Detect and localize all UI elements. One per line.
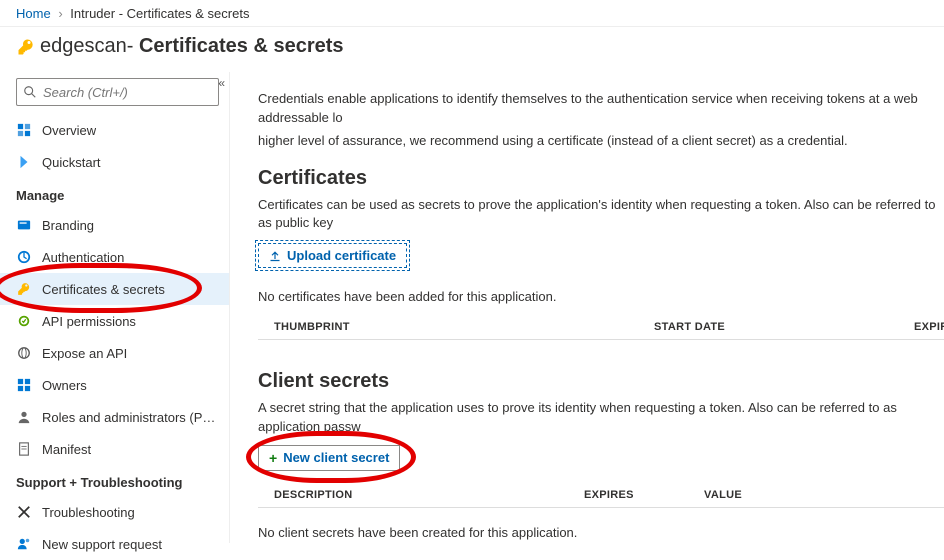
sidebar-section-manage: Manage [0, 178, 229, 209]
support-icon [16, 536, 32, 552]
main-content: Credentials enable applications to ident… [230, 72, 944, 543]
sidebar-item-roles-admins[interactable]: Roles and administrators (Previ... [0, 401, 229, 433]
col-expires: EXPIRES [914, 321, 944, 333]
secrets-table-header: DESCRIPTION EXPIRES VALUE [258, 479, 944, 508]
sidebar-item-label: Expose an API [42, 346, 127, 361]
search-input[interactable] [16, 78, 219, 106]
api-permissions-icon [16, 313, 32, 329]
expose-api-icon [16, 345, 32, 361]
intro-text-1: Credentials enable applications to ident… [258, 90, 944, 128]
sidebar: « Overview Quickstart Manage Branding Au… [0, 72, 230, 543]
sidebar-item-label: Certificates & secrets [42, 282, 165, 297]
breadcrumb-current: Intruder - Certificates & secrets [70, 6, 249, 21]
sidebar-item-label: New support request [42, 537, 162, 552]
intro-text-2: higher level of assurance, we recommend … [258, 132, 944, 151]
sidebar-item-manifest[interactable]: Manifest [0, 433, 229, 465]
upload-button-label: Upload certificate [287, 248, 396, 263]
page-title: edgescan- Certificates & secrets [0, 27, 944, 72]
sidebar-item-troubleshooting[interactable]: Troubleshooting [0, 496, 229, 528]
sidebar-item-expose-api[interactable]: Expose an API [0, 337, 229, 369]
sidebar-item-quickstart[interactable]: Quickstart [0, 146, 229, 178]
sidebar-item-label: Roles and administrators (Previ... [42, 410, 217, 425]
collapse-icon[interactable]: « [218, 76, 225, 90]
owners-icon [16, 377, 32, 393]
certificates-table-header: THUMBPRINT START DATE EXPIRES [258, 311, 944, 340]
title-app: edgescan [40, 35, 127, 57]
new-client-secret-button[interactable]: + New client secret [258, 445, 400, 471]
certificates-desc: Certificates can be used as secrets to p… [258, 196, 944, 234]
sidebar-item-label: API permissions [42, 314, 136, 329]
client-secrets-heading: Client secrets [258, 370, 944, 393]
plus-icon: + [269, 450, 277, 466]
sidebar-item-branding[interactable]: Branding [0, 209, 229, 241]
key-icon [16, 281, 32, 297]
sidebar-item-authentication[interactable]: Authentication [0, 241, 229, 273]
col-thumbprint: THUMBPRINT [274, 321, 654, 333]
key-icon [16, 37, 36, 57]
sidebar-item-label: Authentication [42, 250, 124, 265]
certificates-empty: No certificates have been added for this… [258, 288, 944, 307]
col-description: DESCRIPTION [274, 489, 584, 501]
manifest-icon [16, 441, 32, 457]
sidebar-item-overview[interactable]: Overview [0, 114, 229, 146]
client-secrets-desc: A secret string that the application use… [258, 399, 944, 437]
sidebar-item-owners[interactable]: Owners [0, 369, 229, 401]
overview-icon [16, 122, 32, 138]
search-icon [23, 85, 37, 99]
sidebar-item-api-permissions[interactable]: API permissions [0, 305, 229, 337]
sidebar-item-label: Quickstart [42, 155, 101, 170]
quickstart-icon [16, 154, 32, 170]
authentication-icon [16, 249, 32, 265]
col-start-date: START DATE [654, 321, 914, 333]
sidebar-section-support: Support + Troubleshooting [0, 465, 229, 496]
sidebar-item-label: Owners [42, 378, 87, 393]
sidebar-item-label: Troubleshooting [42, 505, 135, 520]
branding-icon [16, 217, 32, 233]
breadcrumb-separator: › [58, 6, 62, 21]
troubleshooting-icon [16, 504, 32, 520]
title-section: Certificates & secrets [139, 35, 344, 57]
new-secret-button-label: New client secret [283, 450, 389, 465]
breadcrumb: Home › Intruder - Certificates & secrets [0, 0, 944, 27]
sidebar-item-label: Overview [42, 123, 96, 138]
breadcrumb-home[interactable]: Home [16, 6, 51, 21]
secrets-empty: No client secrets have been created for … [258, 524, 944, 543]
sidebar-item-label: Manifest [42, 442, 91, 457]
upload-certificate-button[interactable]: Upload certificate [258, 243, 407, 268]
sidebar-item-label: Branding [42, 218, 94, 233]
col-value: VALUE [704, 489, 944, 501]
upload-icon [269, 250, 281, 262]
col-expires: EXPIRES [584, 489, 704, 501]
search-field[interactable] [43, 85, 212, 100]
sidebar-item-support-request[interactable]: New support request [0, 528, 229, 560]
roles-icon [16, 409, 32, 425]
certificates-heading: Certificates [258, 167, 944, 190]
sidebar-item-certificates-secrets[interactable]: Certificates & secrets [0, 273, 229, 305]
